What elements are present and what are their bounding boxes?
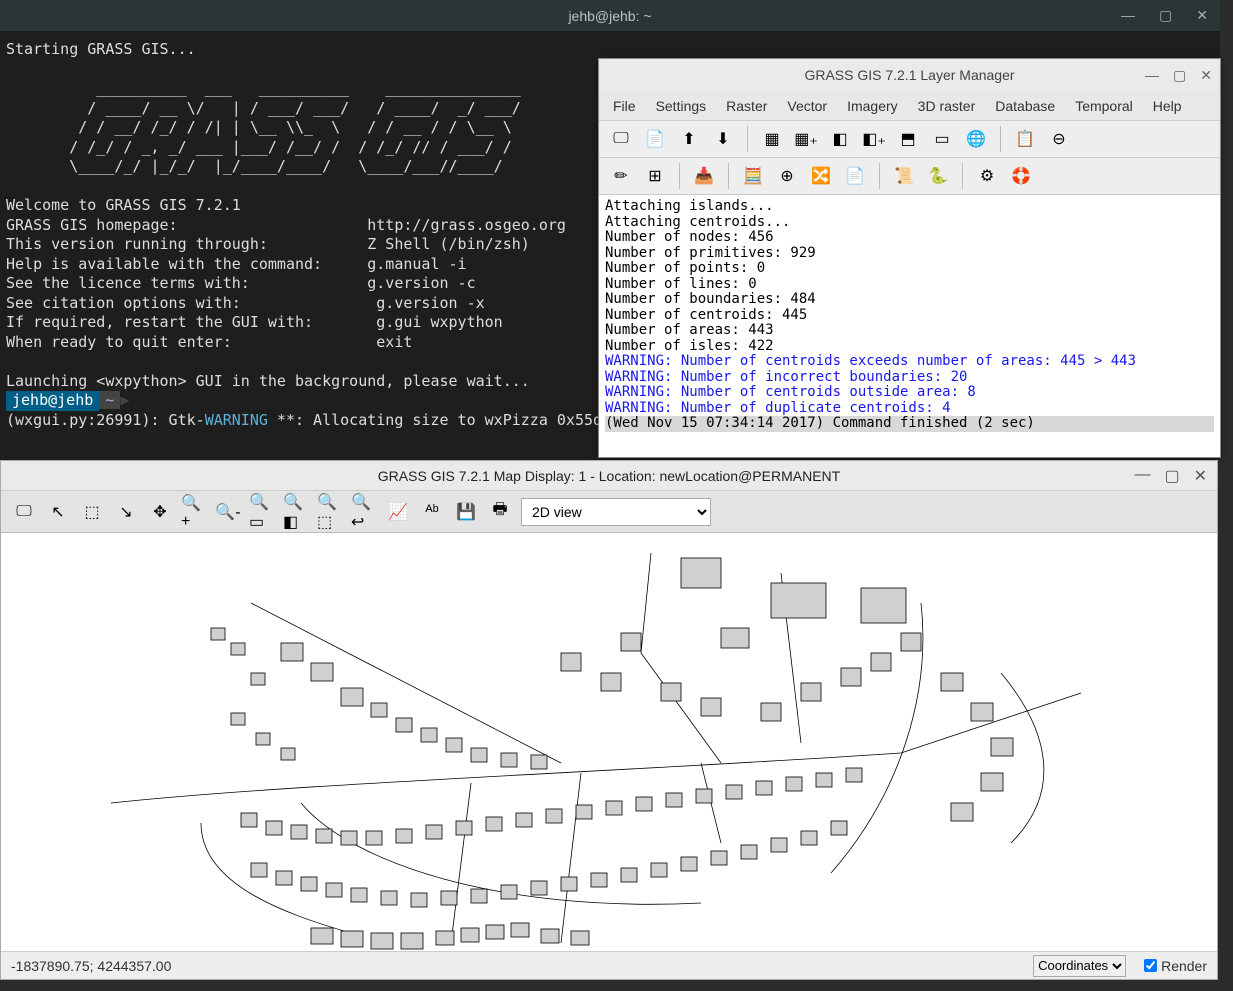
add-group-icon[interactable]: ▭ — [928, 125, 956, 153]
select-icon[interactable]: ⬚ — [79, 499, 105, 525]
add-raster-series-icon[interactable]: ▦₊ — [792, 125, 820, 153]
add-vector-icon[interactable]: ◧ — [826, 125, 854, 153]
add-vector-series-icon[interactable]: ◧₊ — [860, 125, 888, 153]
terminal-title: jehb@jehb: ~ — [568, 8, 651, 24]
view-mode-select[interactable]: 2D view — [521, 498, 711, 526]
status-coordinates: -1837890.75; 4244357.00 — [11, 958, 171, 974]
terminal-titlebar: jehb@jehb: ~ — ▢ ✕ — [0, 0, 1220, 32]
raster-calc-icon[interactable]: 🧮 — [739, 162, 767, 190]
map-display-titlebar: GRASS GIS 7.2.1 Map Display: 1 - Locatio… — [1, 461, 1217, 491]
zoom-region-icon[interactable]: 🔍⬚ — [317, 499, 343, 525]
layer-manager-log: Attaching islands... Attaching centroids… — [599, 195, 1220, 457]
map-display-statusbar: -1837890.75; 4244357.00 Coordinates Rend… — [1, 951, 1217, 979]
add-raster-icon[interactable]: ▦ — [758, 125, 786, 153]
edit-icon[interactable]: ✏ — [607, 162, 635, 190]
layer-manager-titlebar: GRASS GIS 7.2.1 Layer Manager — ▢ ✕ — [599, 59, 1220, 91]
layer-copy-icon[interactable]: 📋 — [1011, 125, 1039, 153]
close-icon[interactable]: ✕ — [1190, 5, 1214, 26]
render-checkbox-label[interactable]: Render — [1144, 958, 1207, 974]
menu-vector[interactable]: Vector — [779, 94, 835, 118]
layer-manager-title: GRASS GIS 7.2.1 Layer Manager — [804, 67, 1014, 83]
menu-help[interactable]: Help — [1145, 94, 1190, 118]
analyze-icon[interactable]: 📈 — [385, 499, 411, 525]
menu-settings[interactable]: Settings — [648, 94, 715, 118]
map-display-window: GRASS GIS 7.2.1 Map Display: 1 - Locatio… — [0, 460, 1218, 980]
composer-icon[interactable]: 📄 — [841, 162, 869, 190]
menu-raster[interactable]: Raster — [718, 94, 775, 118]
zoom-out-icon[interactable]: 🔍- — [215, 499, 241, 525]
maximize-icon[interactable]: ▢ — [1164, 466, 1179, 486]
render-map-icon[interactable]: 🖵 — [11, 499, 37, 525]
menu-3draster[interactable]: 3D raster — [910, 94, 984, 118]
menu-database[interactable]: Database — [987, 94, 1063, 118]
minimize-icon[interactable]: — — [1134, 466, 1150, 486]
zoom-layer-icon[interactable]: 🔍◧ — [283, 499, 309, 525]
menu-file[interactable]: File — [605, 94, 644, 118]
minimize-icon[interactable]: — — [1145, 67, 1159, 84]
open-icon[interactable]: ⬆ — [675, 125, 703, 153]
modeler-icon[interactable]: 🔀 — [807, 162, 835, 190]
layer-manager-toolbar-2: ✏ ⊞ 📥 🧮 ⊕ 🔀 📄 📜 🐍 ⚙ 🛟 — [599, 158, 1220, 195]
layer-remove-icon[interactable]: ⊖ — [1045, 125, 1073, 153]
layer-manager-menubar: File Settings Raster Vector Imagery 3D r… — [599, 91, 1220, 121]
map-canvas[interactable] — [1, 533, 1217, 951]
import-raster-icon[interactable]: 📥 — [690, 162, 718, 190]
close-icon[interactable]: ✕ — [1200, 67, 1212, 84]
add-overlay-icon[interactable]: ⬒ — [894, 125, 922, 153]
query-icon[interactable]: ↘ — [113, 499, 139, 525]
status-mode-select[interactable]: Coordinates — [1033, 955, 1126, 977]
script-icon[interactable]: 📜 — [890, 162, 918, 190]
add-webservice-icon[interactable]: 🌐 — [962, 125, 990, 153]
render-checkbox[interactable] — [1144, 959, 1157, 972]
new-display-icon[interactable]: 🖵 — [607, 125, 635, 153]
pointer-icon[interactable]: ↖ — [45, 499, 71, 525]
map-display-toolbar: 🖵 ↖ ⬚ ↘ ✥ 🔍+ 🔍- 🔍▭ 🔍◧ 🔍⬚ 🔍↩ 📈 ᴬᵇ 💾 🖶 2D … — [1, 491, 1217, 533]
georectify-icon[interactable]: ⊕ — [773, 162, 801, 190]
new-workspace-icon[interactable]: 📄 — [641, 125, 669, 153]
menu-imagery[interactable]: Imagery — [839, 94, 906, 118]
help-icon[interactable]: 🛟 — [1007, 162, 1035, 190]
add-text-icon[interactable]: ᴬᵇ — [419, 499, 445, 525]
save-display-icon[interactable]: 💾 — [453, 499, 479, 525]
layer-manager-toolbar-1: 🖵 📄 ⬆ ⬇ ▦ ▦₊ ◧ ◧₊ ⬒ ▭ 🌐 📋 ⊖ — [599, 121, 1220, 158]
print-icon[interactable]: 🖶 — [487, 499, 513, 525]
map-display-title: GRASS GIS 7.2.1 Map Display: 1 - Locatio… — [378, 468, 840, 484]
maximize-icon[interactable]: ▢ — [1153, 5, 1178, 26]
save-icon[interactable]: ⬇ — [709, 125, 737, 153]
python-icon[interactable]: 🐍 — [924, 162, 952, 190]
prompt-path: ~ — [99, 391, 120, 409]
zoom-extent-icon[interactable]: 🔍▭ — [249, 499, 275, 525]
close-icon[interactable]: ✕ — [1194, 466, 1207, 486]
menu-temporal[interactable]: Temporal — [1067, 94, 1141, 118]
maximize-icon[interactable]: ▢ — [1173, 67, 1186, 84]
zoom-previous-icon[interactable]: 🔍↩ — [351, 499, 377, 525]
attribute-table-icon[interactable]: ⊞ — [641, 162, 669, 190]
pan-icon[interactable]: ✥ — [147, 499, 173, 525]
prompt-user: jehb@jehb — [6, 391, 99, 411]
minimize-icon[interactable]: — — [1115, 5, 1141, 26]
layer-manager-window: GRASS GIS 7.2.1 Layer Manager — ▢ ✕ File… — [598, 58, 1221, 458]
settings-icon[interactable]: ⚙ — [973, 162, 1001, 190]
zoom-in-icon[interactable]: 🔍+ — [181, 499, 207, 525]
